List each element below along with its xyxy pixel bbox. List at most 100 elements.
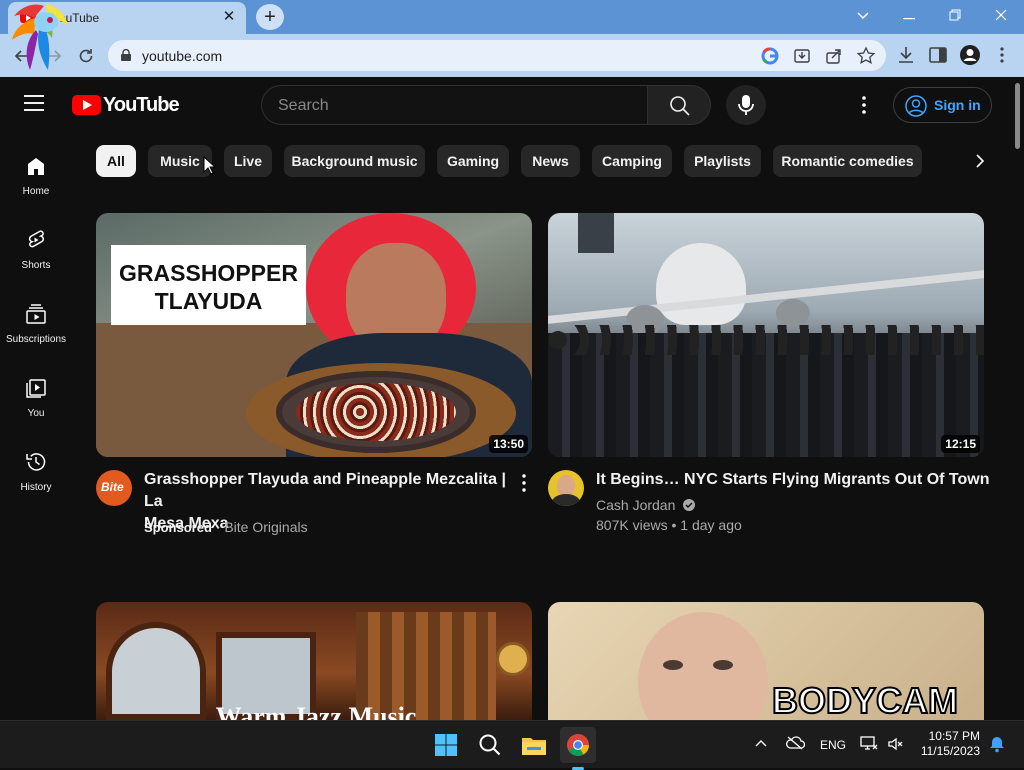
- guide-item-subscriptions[interactable]: Subscriptions: [0, 302, 72, 362]
- chip-romantic-comedies[interactable]: Romantic comedies: [773, 145, 922, 177]
- search-box[interactable]: [261, 85, 647, 125]
- windows-taskbar: ENG 10:57 PM 11/15/2023: [0, 720, 1024, 770]
- video-stats: 807K views • 1 day ago: [596, 517, 742, 533]
- guide-label-home: Home: [22, 186, 50, 197]
- thumbnail-face: [638, 612, 768, 720]
- search-input[interactable]: [278, 95, 628, 117]
- chip-background-music[interactable]: Background music: [284, 145, 425, 177]
- video-thumbnail[interactable]: BODYCAM: [548, 602, 984, 720]
- sign-in-button[interactable]: Sign in: [893, 87, 992, 123]
- address-bar[interactable]: youtube.com: [108, 40, 886, 71]
- reload-icon[interactable]: [72, 42, 100, 70]
- thumbnail-plane-fuselage: [656, 243, 746, 325]
- mouse-cursor-icon: [203, 156, 215, 175]
- chip-camping[interactable]: Camping: [592, 145, 672, 177]
- onedrive-cloud-icon[interactable]: [785, 735, 805, 751]
- shorts-icon: [28, 230, 45, 248]
- settings-more-icon[interactable]: [852, 93, 876, 117]
- chip-playlists[interactable]: Playlists: [684, 145, 761, 177]
- guide-item-home[interactable]: Home: [0, 154, 72, 214]
- clock-date: 11/15/2023: [920, 744, 980, 758]
- thumbnail-engine-right: [776, 299, 810, 327]
- clock[interactable]: 10:57 PM 11/15/2023: [918, 729, 980, 759]
- pony-sticker-icon: [12, 4, 68, 70]
- youtube-masthead: YouTube Sign in: [0, 77, 1012, 133]
- thumbnail-toppings: [296, 383, 456, 441]
- thumbnail-plane-wing: [548, 270, 984, 324]
- page-scrollbar[interactable]: [1012, 77, 1024, 720]
- show-hidden-icons-chevron-icon[interactable]: [755, 738, 767, 748]
- close-tab-icon[interactable]: ✕: [220, 8, 238, 26]
- youtube-play-icon: [72, 95, 101, 115]
- thumbnail-eye-left: [663, 660, 683, 670]
- close-window-button[interactable]: [978, 0, 1024, 32]
- lock-icon[interactable]: [121, 49, 131, 61]
- thumbnail-sign: [578, 213, 614, 253]
- search-button[interactable]: [647, 85, 711, 125]
- channel-avatar[interactable]: Bite: [96, 470, 132, 506]
- profile-avatar-icon[interactable]: [959, 44, 981, 66]
- video-action-menu-icon[interactable]: [514, 472, 534, 494]
- chip-all[interactable]: All: [96, 145, 136, 177]
- downloads-icon[interactable]: [895, 44, 917, 66]
- home-icon: [28, 158, 44, 175]
- share-icon[interactable]: [824, 46, 844, 66]
- video-thumbnail[interactable]: Warm Jazz Music: [96, 602, 532, 720]
- chip-gaming[interactable]: Gaming: [437, 145, 509, 177]
- video-thumbnail[interactable]: GRASSHOPPER TLAYUDA 13:50: [96, 213, 532, 457]
- minimize-window-button[interactable]: [886, 0, 932, 32]
- chevron-right-icon[interactable]: [966, 149, 994, 173]
- volume-muted-icon[interactable]: [887, 735, 905, 753]
- url-text: youtube.com: [142, 48, 223, 64]
- channel-name[interactable]: · Bite Originals: [216, 519, 308, 535]
- thumbnail-crowd-heads: [548, 325, 984, 355]
- bookmark-star-icon[interactable]: [856, 46, 876, 66]
- file-explorer-icon[interactable]: [516, 727, 552, 763]
- channel-avatar[interactable]: [548, 470, 584, 506]
- channel-name[interactable]: Cash Jordan: [596, 497, 675, 513]
- thumbnail-caption: Warm Jazz Music: [215, 702, 417, 720]
- video-meta: Sponsored · Bite Originals: [144, 517, 308, 538]
- guide-label-shorts: Shorts: [21, 260, 51, 271]
- voice-search-button[interactable]: [726, 85, 766, 125]
- thumbnail-caption: GRASSHOPPER TLAYUDA: [111, 245, 306, 325]
- language-indicator[interactable]: ENG: [820, 738, 846, 752]
- verified-check-icon: [683, 499, 696, 511]
- video-thumbnail[interactable]: 12:15: [548, 213, 984, 457]
- browser-toolbar: youtube.com: [0, 34, 1024, 77]
- guide-label-history: History: [20, 482, 52, 493]
- video-title[interactable]: It Begins… NYC Starts Flying Migrants Ou…: [596, 469, 990, 491]
- sign-in-label: Sign in: [934, 97, 981, 113]
- tab-search-icon[interactable]: [840, 0, 886, 32]
- install-app-icon[interactable]: [792, 46, 812, 66]
- hamburger-menu-icon[interactable]: [24, 95, 48, 115]
- notification-bell-icon[interactable]: [988, 735, 1006, 753]
- guide-label-subscriptions: Subscriptions: [5, 334, 67, 345]
- thumbnail-caption-line1: GRASSHOPPER: [119, 260, 298, 286]
- channel-avatar-text: Bite: [101, 480, 124, 494]
- scrollbar-thumb[interactable]: [1015, 83, 1020, 149]
- chrome-taskbar-icon[interactable]: [560, 727, 596, 770]
- video-title-line1: Grasshopper Tlayuda and Pineapple Mezcal…: [144, 471, 506, 510]
- thumbnail-clock: [496, 642, 530, 676]
- side-panel-icon[interactable]: [927, 44, 949, 66]
- windows-start-icon[interactable]: [428, 727, 464, 763]
- history-icon: [26, 453, 46, 471]
- chip-news[interactable]: News: [521, 145, 580, 177]
- google-lens-icon[interactable]: [760, 46, 780, 66]
- new-tab-button[interactable]: +: [256, 4, 284, 30]
- restore-window-button[interactable]: [932, 0, 978, 32]
- video-duration: 13:50: [489, 435, 528, 453]
- taskbar-search-icon[interactable]: [472, 727, 508, 763]
- search-icon: [670, 96, 690, 116]
- avatar-suit: [552, 494, 580, 506]
- guide-item-you[interactable]: You: [0, 376, 72, 436]
- network-icon[interactable]: [860, 735, 878, 753]
- guide-item-history[interactable]: History: [0, 450, 72, 510]
- channel-name-row: Cash Jordan: [596, 495, 696, 515]
- chip-live[interactable]: Live: [224, 145, 272, 177]
- account-circle-icon: [905, 95, 927, 117]
- guide-item-shorts[interactable]: Shorts: [0, 228, 72, 288]
- browser-menu-icon[interactable]: [991, 44, 1013, 66]
- guide-label-you: You: [27, 408, 45, 419]
